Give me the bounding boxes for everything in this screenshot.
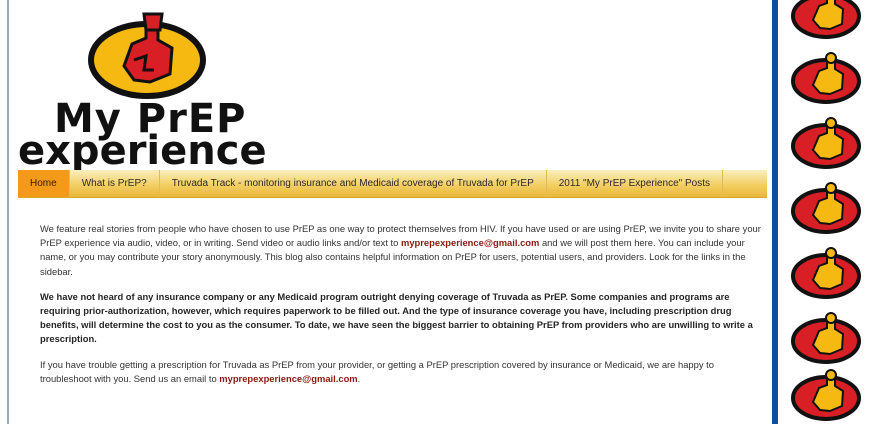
prep-person-badge-icon [791,52,861,104]
email-link-2[interactable]: myprepexperience@gmail.com [219,373,357,384]
nav-home[interactable]: Home [18,170,70,197]
top-navigation: Home What is PrEP? Truvada Track - monit… [18,170,767,198]
prep-person-badge-icon [791,0,861,39]
insurance-paragraph: We have not heard of any insurance compa… [40,290,753,345]
post-body: We feature real stories from people who … [40,222,762,397]
prep-person-badge-icon [791,117,861,169]
prep-person-logo-icon [88,12,206,99]
blog-main-column: My PrEP experience Home What is PrEP? Tr… [10,0,770,424]
email-link-1[interactable]: myprepexperience@gmail.com [401,237,539,248]
prep-person-badge-icon [791,369,861,421]
prep-person-badge-icon [791,247,861,299]
troubleshoot-text-b: . [357,372,361,384]
sidebar-divider [772,0,778,424]
troubleshoot-text-a: If you have trouble getting a prescripti… [40,358,714,384]
nav-what-is-prep[interactable]: What is PrEP? [70,170,160,197]
nav-truvada-track[interactable]: Truvada Track - monitoring insurance and… [160,170,547,197]
intro-paragraph: We feature real stories from people who … [40,222,762,279]
troubleshoot-paragraph: If you have trouble getting a prescripti… [40,358,762,386]
prep-person-badge-icon [791,182,861,234]
site-logo[interactable]: My PrEP experience [16,8,278,174]
prep-person-badge-icon [791,312,861,364]
logo-title-line2: experience [18,128,267,174]
page-left-border [7,0,9,424]
sidebar-badge-column [780,0,869,424]
nav-2011-posts[interactable]: 2011 "My PrEP Experience" Posts [547,170,723,197]
